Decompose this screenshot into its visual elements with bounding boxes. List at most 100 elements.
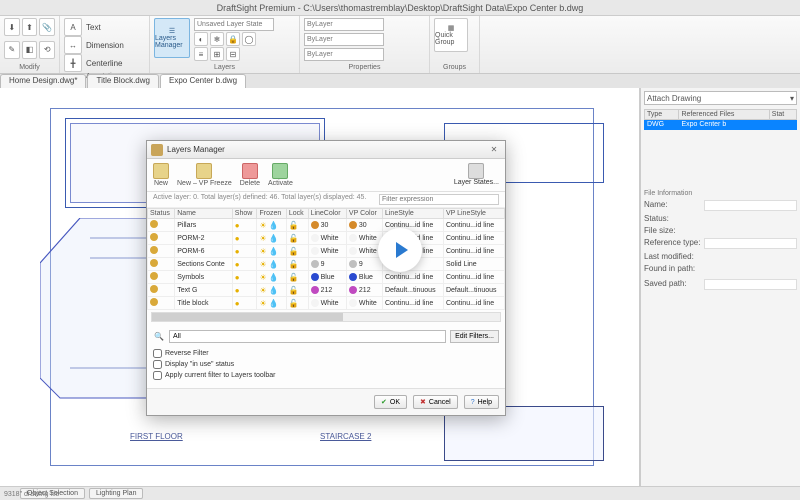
show-icon[interactable]: ● [235, 273, 240, 282]
show-icon[interactable]: ● [235, 286, 240, 295]
delete-layer-button[interactable]: Delete [240, 163, 260, 187]
filter-expression-input[interactable] [379, 194, 499, 205]
sun-icon[interactable]: ☀ [259, 260, 266, 269]
freeze-icon[interactable]: 💧 [269, 299, 279, 308]
dimension-label[interactable]: Dimension [84, 41, 126, 50]
sun-icon[interactable]: ☀ [259, 273, 266, 282]
col-frozen[interactable]: Frozen [257, 209, 286, 219]
freeze-icon[interactable]: 💧 [269, 221, 279, 230]
freeze-icon[interactable]: 💧 [269, 286, 279, 295]
ok-button[interactable]: ✔OK [374, 395, 407, 409]
attach-drawing-dropdown[interactable]: Attach Drawing ▾ [644, 91, 797, 105]
col-linecolor[interactable]: LineColor [308, 209, 346, 219]
play-button-overlay[interactable] [378, 228, 422, 272]
col-linestyle[interactable]: LineStyle [382, 209, 443, 219]
layer-search-input[interactable] [169, 330, 446, 343]
prop-line-dd[interactable]: ByLayer [304, 33, 384, 46]
col-name[interactable]: Name [175, 209, 233, 219]
lock-icon[interactable]: 🔓 [289, 247, 299, 256]
sun-icon[interactable]: ☀ [259, 234, 266, 243]
sun-icon[interactable]: ☀ [259, 221, 266, 230]
prop-weight-dd[interactable]: ByLayer [304, 48, 384, 61]
layer-tool-5[interactable]: ≡ [194, 47, 208, 61]
lock-icon[interactable]: 🔓 [289, 273, 299, 282]
ref-row[interactable]: DWG Expo Center b [645, 120, 797, 130]
show-icon[interactable]: ● [235, 234, 240, 243]
export-button[interactable]: ⬆ [22, 18, 38, 36]
close-button[interactable]: ✕ [487, 143, 501, 157]
quick-group-button[interactable]: ▦ Quick Group [434, 18, 468, 52]
layers-table[interactable]: StatusNameShowFrozenLockLineColorVP Colo… [147, 208, 505, 310]
modify-icon[interactable]: ✎ [4, 41, 20, 59]
dialog-titlebar[interactable]: Layers Manager ✕ [147, 141, 505, 159]
activate-layer-button[interactable]: Activate [268, 163, 293, 187]
horizontal-scrollbar[interactable] [151, 312, 501, 322]
layer-tool-1[interactable]: ◐ [194, 32, 208, 46]
layer-row[interactable]: Pillars●☀ 💧🔓3030Continu...id lineContinu… [148, 219, 505, 232]
layer-row[interactable]: PORM-2●☀ 💧🔓WhiteWhiteContinu...id lineCo… [148, 232, 505, 245]
layer-row[interactable]: Symbols●☀ 💧🔓BlueBlueContinu...id lineCon… [148, 271, 505, 284]
freeze-icon[interactable]: 💧 [269, 247, 279, 256]
modify-icon-3[interactable]: ⟲ [39, 41, 55, 59]
dimension-icon[interactable]: ↔ [64, 36, 82, 54]
lock-icon[interactable]: 🔓 [289, 260, 299, 269]
edit-filters-button[interactable]: Edit Filters... [450, 330, 499, 343]
show-icon[interactable]: ● [235, 299, 240, 308]
text-label[interactable]: Text [84, 23, 103, 32]
tab-home-design[interactable]: Home Design.dwg* [0, 74, 86, 88]
layers-manager-button[interactable]: ☰ Layers Manager [154, 18, 190, 58]
help-button[interactable]: ?Help [464, 395, 499, 409]
show-icon[interactable]: ● [235, 247, 240, 256]
col-vp-linestyle[interactable]: VP LineStyle [443, 209, 504, 219]
tab-title-block[interactable]: Title Block.dwg [87, 74, 159, 88]
centerline-icon[interactable]: ╋ [64, 54, 82, 72]
sheet-lighting-plan[interactable]: Lighting Plan [89, 488, 143, 499]
freeze-icon[interactable]: 💧 [269, 260, 279, 269]
new-vp-freeze-button[interactable]: New – VP Freeze [177, 163, 232, 187]
layer-states-button[interactable]: Layer States... [454, 163, 499, 187]
apply-filter-check[interactable]: Apply current filter to Layers toolbar [153, 371, 499, 380]
layer-tool-6[interactable]: ⊞ [210, 47, 224, 61]
layer-state-dropdown[interactable]: Unsaved Layer State [194, 18, 274, 31]
lock-icon[interactable]: 🔓 [289, 299, 299, 308]
fi-name[interactable] [704, 200, 797, 211]
layer-tool-4[interactable]: ◯ [242, 32, 256, 46]
layer-tool-2[interactable]: ❄ [210, 32, 224, 46]
new-layer-button[interactable]: New [153, 163, 169, 187]
cancel-button[interactable]: ✖Cancel [413, 395, 458, 409]
inuse-status-check[interactable]: Display "in use" status [153, 360, 499, 369]
lock-icon[interactable]: 🔓 [289, 221, 299, 230]
fi-reftype[interactable] [704, 238, 797, 249]
sun-icon[interactable]: ☀ [259, 286, 266, 295]
lock-icon[interactable]: 🔓 [289, 286, 299, 295]
attach-button[interactable]: 📎 [39, 18, 55, 36]
freeze-icon[interactable]: 💧 [269, 273, 279, 282]
show-icon[interactable]: ● [235, 221, 240, 230]
col-show[interactable]: Show [232, 209, 257, 219]
centerline-label[interactable]: Centerline [84, 59, 124, 68]
layers-manager-dialog: Layers Manager ✕ New New – VP Freeze Del… [146, 140, 506, 416]
layer-row[interactable]: Sections Conte●☀ 💧🔓99Solid LineSolid Lin… [148, 258, 505, 271]
col-vp-color[interactable]: VP Color [346, 209, 382, 219]
lock-icon[interactable]: 🔓 [289, 234, 299, 243]
app-title: DraftSight Premium - C:\Users\thomastrem… [217, 3, 584, 13]
file-info-section: File Information Name: Status: File size… [644, 190, 797, 290]
text-icon[interactable]: A [64, 18, 82, 36]
fi-savedpath[interactable] [704, 279, 797, 290]
sun-icon[interactable]: ☀ [259, 299, 266, 308]
show-icon[interactable]: ● [235, 260, 240, 269]
layer-row[interactable]: Text G●☀ 💧🔓212212Default...tinuousDefaul… [148, 284, 505, 297]
modify-icon-2[interactable]: ◧ [22, 41, 38, 59]
reverse-filter-check[interactable]: Reverse Filter [153, 349, 499, 358]
col-status[interactable]: Status [148, 209, 175, 219]
sun-icon[interactable]: ☀ [259, 247, 266, 256]
freeze-icon[interactable]: 💧 [269, 234, 279, 243]
prop-color-dd[interactable]: ByLayer [304, 18, 384, 31]
layer-tool-3[interactable]: 🔒 [226, 32, 240, 46]
layer-row[interactable]: Title block●☀ 💧🔓WhiteWhiteContinu...id l… [148, 297, 505, 310]
tab-expo-center[interactable]: Expo Center b.dwg [160, 74, 246, 88]
layer-row[interactable]: PORM-6●☀ 💧🔓WhiteWhiteContinu...id lineCo… [148, 245, 505, 258]
import-button[interactable]: ⬇ [4, 18, 20, 36]
col-lock[interactable]: Lock [286, 209, 308, 219]
layer-tool-7[interactable]: ⊟ [226, 47, 240, 61]
